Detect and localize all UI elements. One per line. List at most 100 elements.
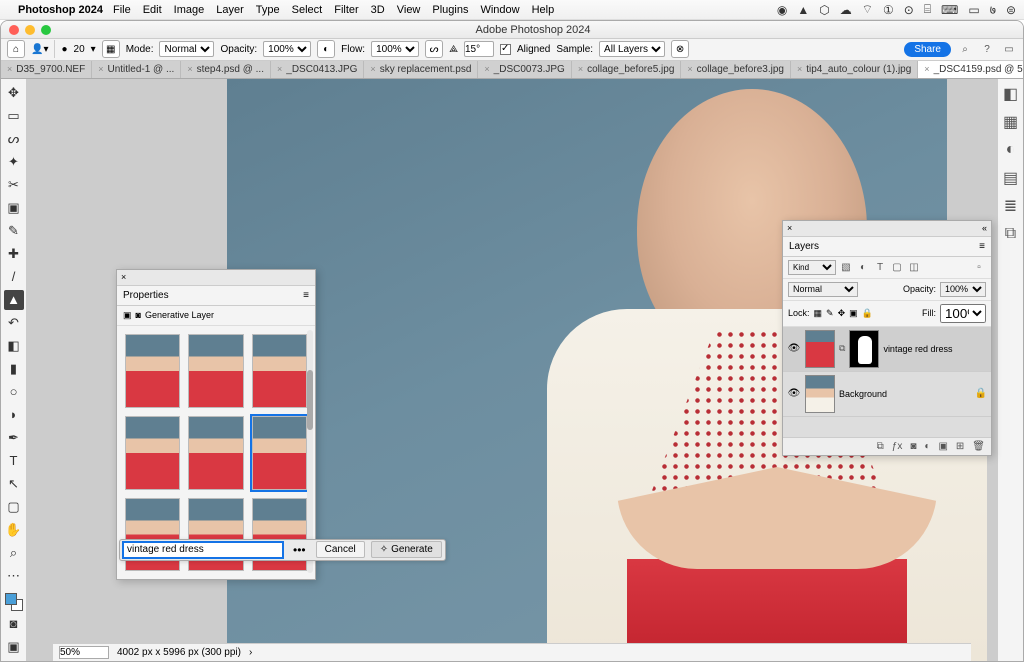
selection-tool-icon[interactable]: ✦ [4, 152, 24, 172]
menu-help[interactable]: Help [532, 4, 555, 16]
add-mask-icon[interactable]: ◙ [910, 441, 916, 452]
close-tab-icon[interactable]: × [687, 64, 692, 74]
minimize-window-button[interactable] [25, 25, 35, 35]
history-brush-tool-icon[interactable]: ↶ [4, 313, 24, 333]
menu-image[interactable]: Image [174, 4, 205, 16]
document-tab[interactable]: ×tip4_auto_colour (1).jpg [791, 61, 918, 78]
link-layers-icon[interactable]: ⧉ [877, 441, 884, 452]
close-tab-icon[interactable]: × [7, 64, 12, 74]
layer-thumbnail[interactable] [805, 375, 835, 413]
panel-menu-icon[interactable]: ≡ [303, 290, 309, 301]
document-tab[interactable]: ×_DSC0073.JPG [478, 61, 571, 78]
filter-type-icon[interactable]: T [873, 260, 887, 274]
layer-name[interactable]: vintage red dress [883, 344, 952, 354]
share-button[interactable]: Share [904, 42, 951, 57]
status-icon[interactable]: ① [883, 1, 894, 18]
panel-header[interactable]: × [117, 270, 315, 286]
layer-name[interactable]: Background [839, 389, 887, 399]
color-panel-icon[interactable]: ◧ [1002, 85, 1020, 103]
clone-stamp-tool-icon[interactable]: ▲ [4, 290, 24, 310]
channels-panel-icon[interactable]: ⧉ [1002, 225, 1020, 243]
shape-tool-icon[interactable]: ▢ [4, 497, 24, 517]
eyedropper-tool-icon[interactable]: ✎ [4, 221, 24, 241]
collapse-panel-icon[interactable]: « [982, 223, 987, 233]
blend-mode-select[interactable]: Normal [159, 41, 214, 57]
zoom-window-button[interactable] [41, 25, 51, 35]
lock-artboard-icon[interactable]: ▣ [849, 308, 858, 319]
hand-tool-icon[interactable]: ✋ [4, 520, 24, 540]
status-icon[interactable]: ▲ [797, 1, 809, 18]
link-icon[interactable]: ⧉ [839, 343, 845, 354]
marquee-tool-icon[interactable]: ▭ [4, 106, 24, 126]
move-tool-icon[interactable]: ✥ [4, 83, 24, 103]
variation-thumb[interactable] [125, 334, 180, 408]
filter-pixel-icon[interactable]: ▧ [839, 260, 853, 274]
home-icon[interactable]: ⌂ [7, 40, 25, 58]
swatches-panel-icon[interactable]: ▦ [1002, 113, 1020, 131]
document-tab[interactable]: ×sky replacement.psd [364, 61, 478, 78]
document-tab[interactable]: ×_DSC0413.JPG [271, 61, 364, 78]
scrollbar-thumb[interactable] [307, 370, 313, 430]
panel-menu-icon[interactable]: ≡ [979, 241, 985, 252]
layer-item[interactable]: 👁 Background 🔒 [783, 372, 991, 417]
variation-thumb-selected[interactable] [252, 416, 307, 490]
new-group-icon[interactable]: ▣ [938, 441, 947, 452]
menu-plugins[interactable]: Plugins [432, 4, 468, 16]
document-tab-active[interactable]: ×_DSC4159.psd @ 50% (vintage red dress, … [918, 61, 1023, 78]
variation-thumb[interactable] [252, 334, 307, 408]
new-adjustment-icon[interactable]: ◐ [924, 441, 930, 452]
status-icon[interactable]: ⊙ [904, 1, 914, 18]
color-swatch[interactable] [5, 593, 23, 611]
app-name[interactable]: Photoshop 2024 [18, 4, 103, 16]
document-info[interactable]: 4002 px x 5996 px (300 ppi) [117, 647, 241, 658]
chevron-right-icon[interactable]: › [249, 647, 252, 658]
gradient-tool-icon[interactable]: ▮ [4, 359, 24, 379]
menu-filter[interactable]: Filter [334, 4, 358, 16]
status-icon[interactable]: ☁ [840, 1, 852, 18]
status-icon[interactable]: ⌨ [941, 1, 958, 18]
close-panel-icon[interactable]: × [787, 223, 792, 233]
new-layer-icon[interactable]: ⊞ [956, 441, 964, 452]
cancel-button[interactable]: Cancel [316, 541, 365, 558]
menu-3d[interactable]: 3D [371, 4, 385, 16]
lock-transparency-icon[interactable]: ▦ [814, 308, 823, 319]
screenmode-icon[interactable]: ▣ [4, 637, 24, 657]
close-tab-icon[interactable]: × [484, 64, 489, 74]
layer-thumbnail[interactable] [805, 330, 835, 368]
angle-input[interactable] [464, 41, 494, 57]
menu-window[interactable]: Window [480, 4, 519, 16]
control-center-icon[interactable]: ⊜ [1006, 1, 1016, 18]
aligned-checkbox[interactable] [500, 44, 511, 55]
workspace-icon[interactable]: ▭ [1001, 41, 1017, 57]
filter-toggle-icon[interactable]: ▫ [972, 260, 986, 274]
brush-panel-icon[interactable]: ▦ [102, 40, 120, 58]
brush-tool-icon[interactable]: / [4, 267, 24, 287]
close-window-button[interactable] [9, 25, 19, 35]
menu-select[interactable]: Select [292, 4, 323, 16]
close-panel-icon[interactable]: × [121, 272, 126, 282]
visibility-icon[interactable]: 👁 [787, 388, 801, 399]
menu-file[interactable]: File [113, 4, 131, 16]
menu-view[interactable]: View [397, 4, 421, 16]
opacity-select[interactable]: 100% [263, 41, 311, 57]
healing-tool-icon[interactable]: ✚ [4, 244, 24, 264]
battery-icon[interactable]: ⌸ [924, 1, 931, 18]
layer-opacity-select[interactable]: 100% [940, 282, 986, 297]
close-tab-icon[interactable]: × [277, 64, 282, 74]
lasso-tool-icon[interactable]: ᔕ [4, 129, 24, 149]
close-tab-icon[interactable]: × [98, 64, 103, 74]
dodge-tool-icon[interactable]: ◗ [4, 405, 24, 425]
pen-tool-icon[interactable]: ✒ [4, 428, 24, 448]
flow-select[interactable]: 100% [371, 41, 419, 57]
document-tab[interactable]: ×collage_before5.jpg [572, 61, 682, 78]
status-icon[interactable]: ७ [990, 1, 996, 18]
zoom-input[interactable] [59, 646, 109, 659]
variation-thumb[interactable] [188, 334, 243, 408]
variation-thumb[interactable] [125, 416, 180, 490]
blur-tool-icon[interactable]: ○ [4, 382, 24, 402]
brush-size-value[interactable]: 20 [74, 44, 85, 55]
lock-icon[interactable]: 🔒 [975, 388, 987, 399]
filter-adjust-icon[interactable]: ◐ [856, 260, 870, 274]
ignore-adjustments-icon[interactable]: ⊗ [671, 40, 689, 58]
menu-type[interactable]: Type [256, 4, 280, 16]
